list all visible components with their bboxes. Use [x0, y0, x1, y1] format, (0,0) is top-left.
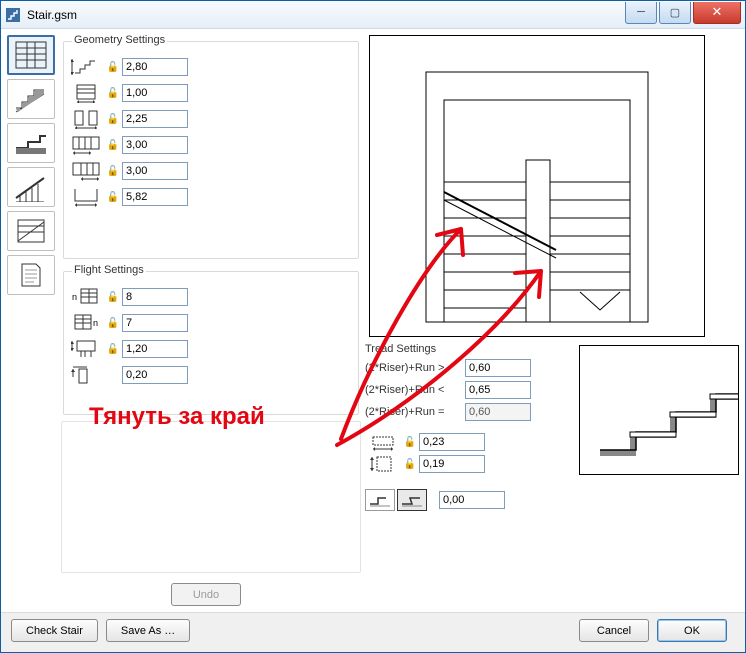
nosing-style-2-button[interactable] [397, 489, 427, 511]
lock-icon[interactable]: 🔓 [104, 338, 122, 360]
svg-text:n: n [93, 318, 98, 328]
lock-icon[interactable]: 🔓 [104, 312, 122, 334]
flight-width-icon [68, 82, 104, 104]
tread-riser-input[interactable] [419, 455, 485, 473]
nav-2dsymbol[interactable] [7, 211, 55, 251]
riser-icon [365, 453, 401, 475]
window-title: Stair.gsm [27, 8, 625, 22]
geometry-total-height-input[interactable] [122, 58, 188, 76]
well-width-icon [68, 108, 104, 130]
stair-total-height-icon [68, 56, 104, 78]
flight-risers1-input[interactable] [122, 288, 188, 306]
save-as-button[interactable]: Save As … [106, 619, 190, 642]
geometry-upper-landing-input[interactable] [122, 162, 188, 180]
minimize-button[interactable]: ─ [625, 2, 657, 24]
tread-going-input[interactable] [419, 433, 485, 451]
lock-icon[interactable]: 🔓 [104, 82, 122, 104]
cancel-button[interactable]: Cancel [579, 619, 649, 642]
tread-section-preview [579, 345, 739, 475]
lock-icon[interactable]: 🔓 [104, 286, 122, 308]
total-run-length-icon [68, 186, 104, 208]
tread-formula-eq-output [465, 403, 531, 421]
lock-icon[interactable]: 🔓 [401, 453, 419, 475]
undo-button: Undo [171, 583, 241, 606]
button-bar: Check Stair Save As … Cancel OK [1, 612, 745, 652]
geometry-total-run-input[interactable] [122, 188, 188, 206]
lock-icon[interactable]: 🔓 [104, 186, 122, 208]
tread-formula-eq-label: (2*Riser)+Run = [365, 406, 465, 418]
lock-icon[interactable]: 🔓 [401, 431, 419, 453]
titlebar: Stair.gsm ─ ▢ ✕ [1, 1, 745, 29]
num-risers-2-icon: n [68, 312, 104, 334]
stair-preview[interactable] [369, 35, 705, 337]
geometry-lower-landing-input[interactable] [122, 136, 188, 154]
lock-icon[interactable]: 🔓 [104, 56, 122, 78]
svg-text:n: n [72, 292, 77, 302]
tread-formula-gt-label: (2*Riser)+Run > [365, 362, 465, 374]
tread-formula-lt-input[interactable] [465, 381, 531, 399]
lower-landing-length-icon [68, 134, 104, 156]
flight-landing-depth-input[interactable] [122, 340, 188, 358]
lock-icon[interactable]: 🔓 [104, 160, 122, 182]
geometry-flight-width-input[interactable] [122, 84, 188, 102]
geometry-settings-group: Geometry Settings 🔓 🔓 🔓 [63, 35, 359, 259]
going-icon [365, 431, 401, 453]
offset-icon [68, 364, 104, 386]
flight-settings-group: Flight Settings n 🔓 n 🔓 🔓 [63, 265, 359, 415]
close-button[interactable]: ✕ [693, 2, 741, 24]
nav-listing[interactable] [7, 255, 55, 295]
maximize-button[interactable]: ▢ [659, 2, 691, 24]
nav-railing[interactable] [7, 167, 55, 207]
flight-risers2-input[interactable] [122, 314, 188, 332]
flight-settings-label: Flight Settings [72, 264, 146, 276]
geometry-well-width-input[interactable] [122, 110, 188, 128]
num-risers-1-icon: n [68, 286, 104, 308]
nav-geometry[interactable] [7, 35, 55, 75]
left-nav [7, 35, 57, 579]
nav-treadriser[interactable] [7, 123, 55, 163]
nosing-value-input[interactable] [439, 491, 505, 509]
upper-landing-length-icon [68, 160, 104, 182]
ok-button[interactable]: OK [657, 619, 727, 642]
tread-formula-gt-input[interactable] [465, 359, 531, 377]
tread-settings-label: Tread Settings [365, 343, 569, 355]
check-stair-button[interactable]: Check Stair [11, 619, 98, 642]
tread-formula-lt-label: (2*Riser)+Run < [365, 384, 465, 396]
lock-icon[interactable]: 🔓 [104, 108, 122, 130]
geometry-settings-label: Geometry Settings [72, 34, 167, 46]
app-icon [5, 7, 21, 23]
lock-icon[interactable]: 🔓 [104, 134, 122, 156]
nav-structure[interactable] [7, 79, 55, 119]
landing-depth-icon [68, 338, 104, 360]
flight-offset-input[interactable] [122, 366, 188, 384]
nosing-style-1-button[interactable] [365, 489, 395, 511]
lock-icon-empty [104, 364, 122, 386]
